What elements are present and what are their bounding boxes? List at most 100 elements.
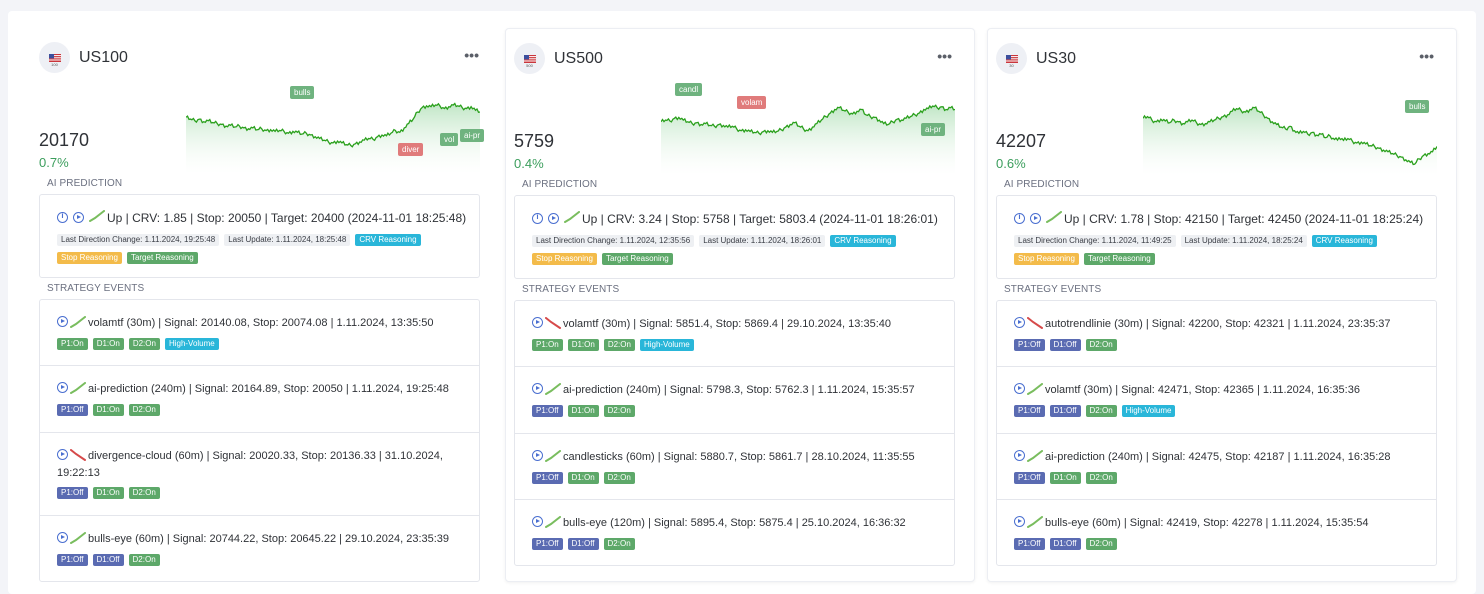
flag-icon: 30: [996, 43, 1027, 74]
stop-reasoning-button[interactable]: Stop Reasoning: [532, 253, 597, 265]
trend-up-icon: [1046, 211, 1064, 226]
strategy-event[interactable]: ai-prediction (240m) | Signal: 5798.3, S…: [515, 367, 954, 434]
chart-signal-tag[interactable]: bulls: [1405, 100, 1430, 113]
play-icon[interactable]: [1014, 317, 1025, 328]
event-tags: P1:On D1:On D2:On High-Volume: [57, 338, 219, 350]
event-status-badge: P1:Off: [1014, 538, 1045, 550]
event-tags: P1:Off D1:Off D2:On High-Volume: [1014, 405, 1176, 417]
last-direction-change: Last Direction Change: 1.11.2024, 11:49:…: [1014, 235, 1176, 247]
event-status-badge: D1:On: [92, 404, 124, 416]
target-reasoning-button[interactable]: Target Reasoning: [126, 252, 198, 264]
event-tags: P1:On D1:On D2:On High-Volume: [532, 339, 694, 351]
strategy-event[interactable]: volamtf (30m) | Signal: 5851.4, Stop: 58…: [515, 301, 954, 367]
chart-signal-tag[interactable]: volam: [737, 96, 767, 109]
info-icon[interactable]: [57, 211, 68, 223]
index-card: 100 US100 ••• 20170 0.7% bulls diver vol ai-pr AI…: [31, 28, 501, 594]
play-icon[interactable]: [532, 317, 543, 328]
target-reasoning-button[interactable]: Target Reasoning: [601, 253, 673, 265]
target-reasoning-button[interactable]: Target Reasoning: [1083, 253, 1155, 265]
info-icon[interactable]: [1014, 212, 1025, 224]
event-status-badge: D1:Off: [1049, 405, 1081, 417]
strategy-events-heading: STRATEGY EVENTS: [47, 283, 145, 294]
price-change: 0.7%: [39, 155, 69, 170]
play-icon[interactable]: [1030, 213, 1041, 224]
event-line: volamtf (30m) | Signal: 5851.4, Stop: 58…: [532, 316, 947, 333]
ai-prediction-box: Up | CRV: 1.85 | Stop: 20050 | Target: 2…: [39, 194, 480, 278]
strategy-event[interactable]: bulls-eye (120m) | Signal: 5895.4, Stop:…: [515, 500, 954, 567]
price-chart[interactable]: candl volam ai-pr: [661, 77, 955, 175]
info-icon[interactable]: [532, 212, 543, 224]
strategy-event[interactable]: divergence-cloud (60m) | Signal: 20020.3…: [40, 433, 479, 516]
last-direction-change: Last Direction Change: 1.11.2024, 12:35:…: [532, 235, 695, 247]
event-status-badge: P1:On: [57, 338, 88, 350]
index-card: 500 US500 ••• 5759 0.4% candl volam ai-pr AI PRE…: [505, 28, 975, 582]
strategy-event[interactable]: bulls-eye (60m) | Signal: 20744.22, Stop…: [40, 516, 479, 583]
ai-prediction-box: Up | CRV: 1.78 | Stop: 42150 | Target: 4…: [996, 195, 1437, 279]
chart-area: [186, 103, 480, 174]
play-icon[interactable]: [57, 382, 68, 393]
play-icon[interactable]: [1014, 516, 1025, 527]
stop-reasoning-button[interactable]: Stop Reasoning: [1014, 253, 1079, 265]
chart-signal-tag[interactable]: vol: [440, 133, 459, 146]
play-icon[interactable]: [1014, 383, 1025, 394]
flag-caption: 30: [1009, 63, 1014, 68]
strategy-event[interactable]: bulls-eye (60m) | Signal: 42419, Stop: 4…: [997, 500, 1436, 567]
strategy-event[interactable]: volamtf (30m) | Signal: 20140.08, Stop: …: [40, 300, 479, 366]
event-line: volamtf (30m) | Signal: 42471, Stop: 423…: [1014, 382, 1429, 399]
flag-icon: 100: [39, 42, 70, 73]
event-text: ai-prediction (240m) | Signal: 42475, St…: [1045, 451, 1391, 463]
event-status-badge: P1:Off: [1014, 339, 1045, 351]
chart-signal-tag[interactable]: diver: [398, 143, 424, 156]
more-menu-icon[interactable]: •••: [937, 48, 952, 64]
trend-up-icon: [545, 383, 563, 396]
price-chart[interactable]: bulls: [1143, 77, 1437, 175]
play-icon[interactable]: [532, 450, 543, 461]
more-menu-icon[interactable]: •••: [464, 47, 479, 63]
crv-reasoning-button[interactable]: CRV Reasoning: [830, 235, 896, 247]
strategy-event[interactable]: candlesticks (60m) | Signal: 5880.7, Sto…: [515, 434, 954, 500]
event-tags: P1:Off D1:Off D2:On: [57, 554, 160, 566]
ai-prediction-box: Up | CRV: 3.24 | Stop: 5758 | Target: 58…: [514, 195, 955, 279]
event-status-badge: High-Volume: [164, 338, 219, 350]
event-status-badge: P1:On: [532, 339, 563, 351]
strategy-event[interactable]: ai-prediction (240m) | Signal: 42475, St…: [997, 434, 1436, 500]
event-text: bulls-eye (60m) | Signal: 42419, Stop: 4…: [1045, 517, 1369, 529]
event-status-badge: P1:Off: [532, 538, 563, 550]
trend-up-icon: [1027, 516, 1045, 529]
event-tags: P1:Off D1:On D2:On: [57, 487, 160, 499]
crv-reasoning-button[interactable]: CRV Reasoning: [1311, 235, 1377, 247]
chart-signal-tag[interactable]: bulls: [290, 86, 315, 99]
play-icon[interactable]: [532, 516, 543, 527]
event-line: bulls-eye (60m) | Signal: 42419, Stop: 4…: [1014, 515, 1429, 532]
play-icon[interactable]: [57, 532, 68, 543]
play-icon[interactable]: [73, 212, 84, 223]
strategy-event[interactable]: volamtf (30m) | Signal: 42471, Stop: 423…: [997, 367, 1436, 434]
event-text: divergence-cloud (60m) | Signal: 20020.3…: [57, 450, 443, 479]
strategy-event[interactable]: ai-prediction (240m) | Signal: 20164.89,…: [40, 366, 479, 433]
event-status-badge: P1:Off: [57, 487, 88, 499]
chart-signal-tag[interactable]: ai-pr: [460, 129, 485, 142]
chart-signal-tag[interactable]: candl: [675, 83, 703, 96]
prediction-text: Up | CRV: 3.24 | Stop: 5758 | Target: 58…: [582, 211, 938, 226]
trend-up-icon: [70, 316, 88, 329]
event-status-badge: P1:Off: [532, 405, 563, 417]
prediction-text: Up | CRV: 1.85 | Stop: 20050 | Target: 2…: [107, 210, 467, 225]
us-flag-icon: [523, 54, 536, 63]
play-icon[interactable]: [532, 383, 543, 394]
crv-reasoning-button[interactable]: CRV Reasoning: [355, 234, 421, 246]
flag-caption: 100: [51, 62, 58, 67]
prediction-reasoning: Stop Reasoning Target Reasoning: [57, 252, 198, 264]
more-menu-icon[interactable]: •••: [1419, 48, 1434, 64]
event-status-badge: High-Volume: [1121, 405, 1176, 417]
price-chart[interactable]: bulls diver vol ai-pr: [186, 76, 485, 174]
play-icon[interactable]: [57, 316, 68, 327]
stop-reasoning-button[interactable]: Stop Reasoning: [57, 252, 122, 264]
event-tags: P1:Off D1:On D2:On: [532, 405, 635, 417]
play-icon[interactable]: [548, 213, 559, 224]
play-icon[interactable]: [1014, 450, 1025, 461]
trend-down-icon: [545, 317, 563, 330]
strategy-event[interactable]: autotrendlinie (30m) | Signal: 42200, St…: [997, 301, 1436, 367]
chart-signal-tag[interactable]: ai-pr: [921, 123, 946, 136]
symbol-name: US30: [1036, 50, 1077, 67]
play-icon[interactable]: [57, 449, 68, 460]
